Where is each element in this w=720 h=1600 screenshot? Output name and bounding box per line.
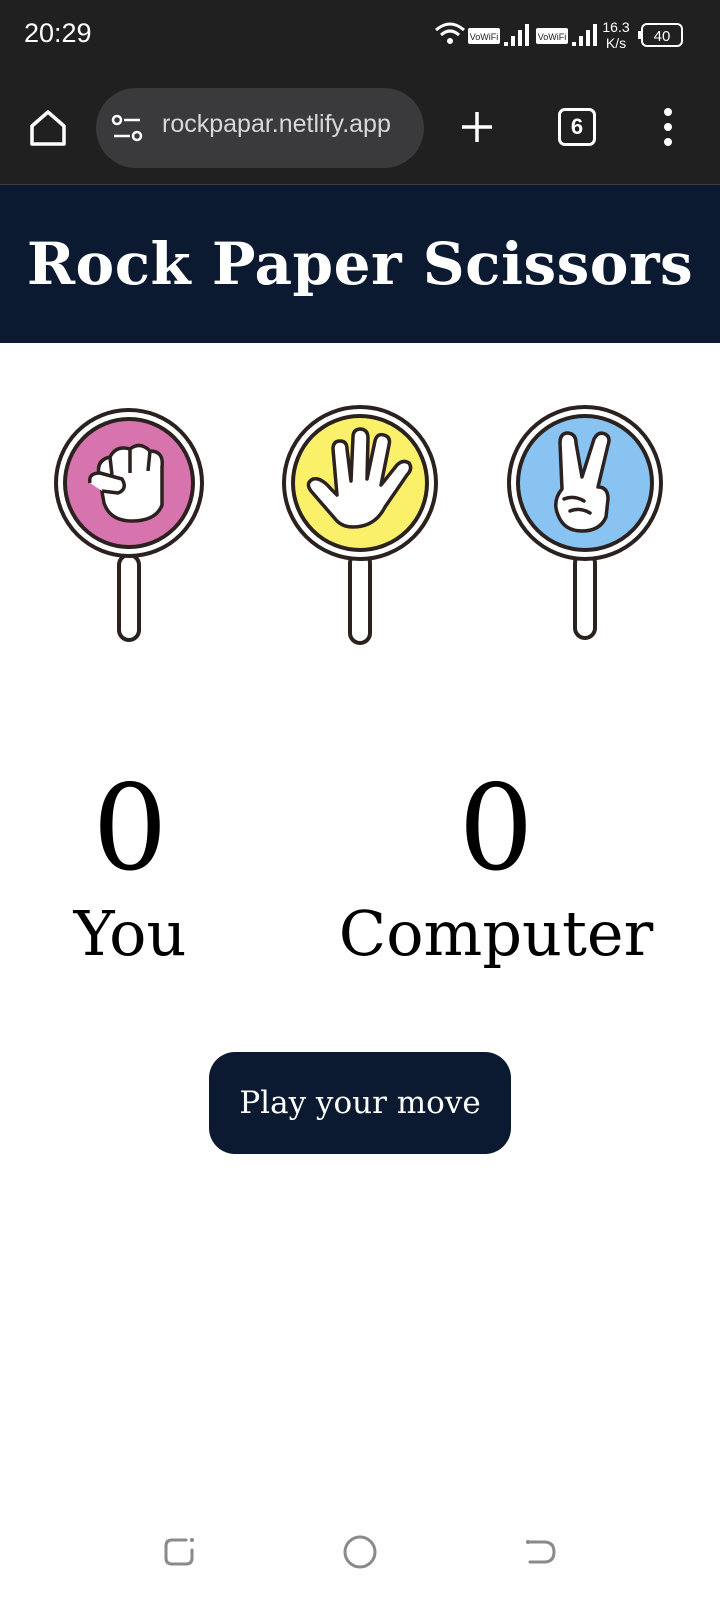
status-bar: 20:29 VoWiFi VoWiFi 16.3 K/s 40 (0, 0, 720, 76)
player-score-block: 0 You (40, 768, 220, 974)
network-speed-value: 16.3 (602, 19, 629, 35)
browser-toolbar: rockpapar.netlify.app 6 (0, 76, 720, 186)
wifi-icon (435, 22, 465, 44)
signal-icon (504, 24, 529, 46)
status-time: 20:29 (24, 18, 92, 48)
rock-choice[interactable] (44, 405, 214, 655)
battery-icon: 40 (638, 23, 683, 47)
signal-icon (572, 24, 597, 46)
computer-score: 0 (458, 759, 534, 897)
app-header: Rock Paper Scissors (0, 185, 720, 343)
page-title: Rock Paper Scissors (26, 230, 694, 298)
computer-score-block: 0 Computer (316, 768, 676, 974)
system-nav-bar (0, 1510, 720, 1600)
address-bar[interactable]: rockpapar.netlify.app (96, 88, 424, 168)
home-icon[interactable] (26, 106, 70, 150)
play-move-button[interactable]: Play your move (209, 1052, 511, 1154)
plus-icon[interactable] (458, 108, 496, 146)
player-label: You (73, 897, 187, 970)
player-score: 0 (92, 759, 168, 897)
more-vert-icon[interactable] (656, 104, 680, 150)
back-icon[interactable] (520, 1532, 560, 1572)
tabs-icon[interactable]: 6 (558, 108, 596, 146)
scissors-choice[interactable] (500, 403, 670, 653)
svg-text:40: 40 (654, 28, 671, 45)
svg-text:VoWiFi: VoWiFi (538, 32, 567, 42)
network-speed-unit: K/s (606, 35, 626, 51)
url-text: rockpapar.netlify.app (162, 110, 391, 138)
svg-text:VoWiFi: VoWiFi (470, 32, 499, 42)
computer-label: Computer (338, 897, 654, 970)
recent-apps-icon[interactable] (160, 1532, 200, 1572)
paper-choice[interactable] (275, 403, 445, 653)
status-icons: VoWiFi VoWiFi 16.3 K/s 40 (435, 19, 683, 51)
home-circle-icon[interactable] (340, 1532, 380, 1572)
site-settings-icon[interactable] (110, 112, 144, 144)
